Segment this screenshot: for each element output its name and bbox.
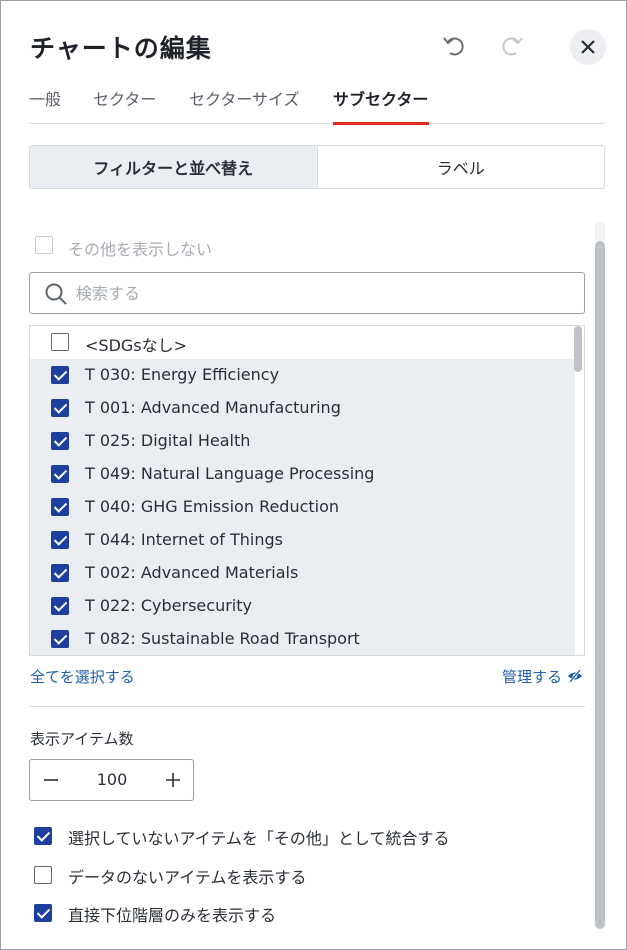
select-all-link[interactable]: 全てを選択する [30, 666, 135, 687]
item-count-stepper: 100 [29, 759, 194, 801]
item-checkbox[interactable] [51, 465, 69, 483]
list-item[interactable]: T 002: Advanced Materials [30, 557, 575, 590]
hide-other-label: その他を表示しない [68, 240, 213, 259]
tab-subsector[interactable]: サブセクター [333, 86, 428, 110]
segmented-control: フィルターと並べ替え ラベル [29, 145, 605, 189]
undo-icon[interactable] [441, 33, 467, 59]
manage-link[interactable]: 管理する [502, 666, 583, 687]
item-label: T 082: Sustainable Road Transport [85, 629, 360, 648]
eye-slash-icon [567, 669, 582, 683]
item-count-value[interactable]: 100 [72, 770, 152, 789]
item-label: T 049: Natural Language Processing [85, 464, 375, 483]
item-label: T 030: Energy Efficiency [85, 365, 280, 384]
active-tab-indicator [333, 122, 429, 125]
segment-filter-sort[interactable]: フィルターと並べ替え [30, 146, 318, 188]
list-item[interactable]: T 030: Energy Efficiency [30, 359, 575, 392]
item-count-title: 表示アイテム数 [30, 730, 134, 748]
hide-other-checkbox[interactable] [35, 236, 53, 254]
list-item[interactable]: T 040: GHG Emission Reduction [30, 491, 575, 524]
item-checkbox[interactable] [51, 564, 69, 582]
show-no-data-label: データのないアイテムを表示する [68, 868, 307, 887]
item-label: T 044: Internet of Things [85, 530, 283, 549]
tab-bar: 一般 セクター セクターサイズ サブセクター [29, 81, 605, 125]
item-checkbox[interactable] [51, 333, 69, 351]
search-input[interactable] [76, 281, 556, 305]
segment-label[interactable]: ラベル [318, 146, 605, 188]
list-item[interactable]: T 022: Cybersecurity [30, 590, 575, 623]
close-icon [581, 40, 595, 54]
item-label: T 001: Advanced Manufacturing [85, 398, 341, 417]
subsector-list: <SDGsなし> T 030: Energy Efficiency T 001:… [29, 325, 585, 656]
tab-sector[interactable]: セクター [93, 86, 156, 110]
close-button[interactable] [570, 29, 606, 65]
item-checkbox[interactable] [51, 399, 69, 417]
item-label: T 022: Cybersecurity [85, 596, 252, 615]
tab-general[interactable]: 一般 [29, 86, 61, 110]
item-label: T 040: GHG Emission Reduction [85, 497, 340, 516]
chart-edit-panel: チャートの編集 一般 セクター セクターサイズ サブセクター フィルターと並べ替… [0, 0, 627, 950]
item-checkbox[interactable] [51, 366, 69, 384]
section-divider [29, 706, 585, 707]
item-label: T 002: Advanced Materials [85, 563, 299, 582]
merge-unselected-label: 選択していないアイテムを「その他」として統合する [68, 829, 450, 848]
list-item[interactable]: T 049: Natural Language Processing [30, 458, 575, 491]
item-label: <SDGsなし> [85, 336, 188, 355]
manage-link-label: 管理する [502, 668, 563, 686]
merge-unselected-checkbox[interactable] [34, 827, 52, 845]
show-no-data-checkbox[interactable] [34, 866, 52, 884]
search-icon [45, 283, 67, 305]
item-checkbox[interactable] [51, 531, 69, 549]
increment-button[interactable] [152, 760, 194, 800]
item-label: T 025: Digital Health [85, 431, 251, 450]
direct-children-only-label: 直接下位階層のみを表示する [68, 906, 277, 925]
item-checkbox[interactable] [51, 630, 69, 648]
item-checkbox[interactable] [51, 432, 69, 450]
list-item[interactable]: T 025: Digital Health [30, 425, 575, 458]
list-scrollbar[interactable] [574, 326, 582, 372]
list-item[interactable]: <SDGsなし> [30, 326, 575, 359]
list-item[interactable]: T 082: Sustainable Road Transport [30, 623, 575, 655]
item-checkbox[interactable] [51, 498, 69, 516]
tab-sector-size[interactable]: セクターサイズ [189, 86, 300, 110]
list-item[interactable]: T 044: Internet of Things [30, 524, 575, 557]
panel-title: チャートの編集 [30, 34, 212, 63]
panel-scrollbar[interactable] [595, 241, 605, 929]
direct-children-only-checkbox[interactable] [34, 904, 52, 922]
decrement-button[interactable] [30, 760, 72, 800]
list-item[interactable]: T 001: Advanced Manufacturing [30, 392, 575, 425]
item-checkbox[interactable] [51, 597, 69, 615]
minus-icon [44, 779, 58, 781]
redo-icon[interactable] [499, 33, 525, 59]
search-box [29, 272, 585, 314]
plus-icon [166, 773, 180, 787]
